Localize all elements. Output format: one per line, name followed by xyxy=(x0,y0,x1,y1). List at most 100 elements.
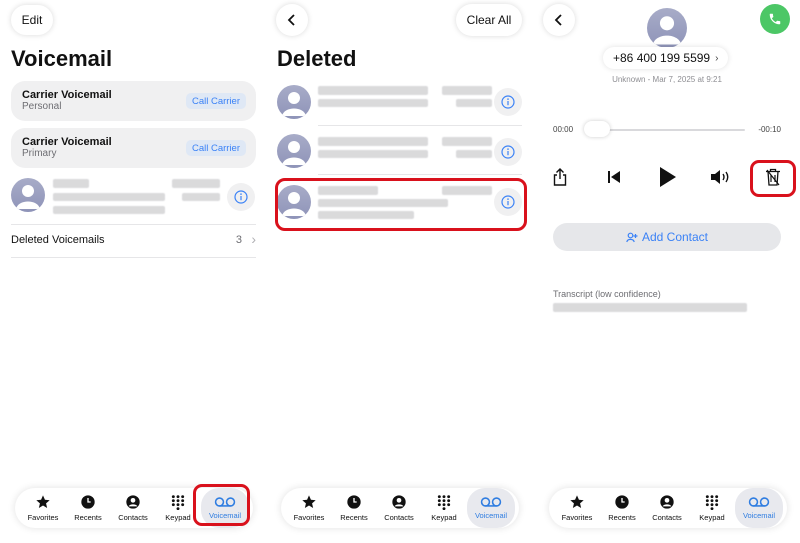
tab-favorites[interactable]: Favorites xyxy=(21,488,65,528)
deleted-voicemails-label: Deleted Voicemails xyxy=(11,234,105,246)
phone-icon xyxy=(769,13,781,25)
info-button[interactable] xyxy=(227,183,255,211)
person-circle-icon xyxy=(660,495,674,509)
tab-label: Recents xyxy=(74,513,102,522)
star-icon xyxy=(302,495,316,508)
deleted-voicemails-row[interactable]: Deleted Voicemails 3 › xyxy=(0,224,266,258)
tab-contacts[interactable]: Contacts xyxy=(111,488,155,528)
clear-all-button[interactable]: Clear All xyxy=(456,4,522,36)
voicemail-meta: Unknown - Mar 7, 2025 at 9:21 xyxy=(612,75,722,84)
carrier-voicemail-primary-row[interactable]: Carrier Voicemail Primary Call Carrier xyxy=(11,128,256,168)
phone-number-pill[interactable]: +86 400 199 5599 › xyxy=(603,47,729,69)
blurred-detail xyxy=(53,206,165,214)
blurred-duration xyxy=(456,99,492,107)
play-button[interactable] xyxy=(655,165,679,189)
tab-bar: Favorites Recents Contacts Keypad Voicem… xyxy=(15,488,253,528)
transcript-label: Transcript (low confidence) xyxy=(553,289,661,299)
blurred-detail xyxy=(53,193,165,201)
info-button[interactable] xyxy=(494,138,522,166)
add-contact-button[interactable]: Add Contact xyxy=(553,223,781,251)
voicemail-icon xyxy=(480,497,502,507)
tab-contacts[interactable]: Contacts xyxy=(645,488,689,528)
tab-favorites[interactable]: Favorites xyxy=(555,488,599,528)
tab-voicemail[interactable]: Voicemail xyxy=(467,488,515,528)
tab-recents[interactable]: Recents xyxy=(332,488,376,528)
edit-button[interactable]: Edit xyxy=(11,5,53,35)
voicemail-icon xyxy=(214,497,236,507)
tab-keypad[interactable]: Keypad xyxy=(156,488,200,528)
deleted-list-item[interactable] xyxy=(266,131,534,171)
skip-back-icon xyxy=(608,171,620,183)
share-button[interactable] xyxy=(548,165,572,189)
carrier-voicemail-personal-row[interactable]: Carrier Voicemail Personal Call Carrier xyxy=(11,81,256,121)
tab-label: Favorites xyxy=(561,513,593,522)
tab-keypad[interactable]: Keypad xyxy=(422,488,466,528)
tab-bar: Favorites Recents Contacts Keypad Voicem… xyxy=(549,488,787,528)
tab-favorites[interactable]: Favorites xyxy=(287,488,331,528)
avatar xyxy=(277,85,311,119)
phone-number: +86 400 199 5599 xyxy=(613,51,711,65)
tab-bar: Favorites Recents Contacts Keypad Voicem… xyxy=(281,488,519,528)
info-button[interactable] xyxy=(494,188,522,216)
carrier-subtitle: Primary xyxy=(22,148,57,159)
clock-icon xyxy=(81,495,95,509)
tab-label: Recents xyxy=(340,513,368,522)
add-contact-label: Add Contact xyxy=(641,230,709,244)
trash-icon xyxy=(766,168,780,186)
page-title: Voicemail xyxy=(11,46,113,71)
deleted-voicemails-screen: Clear All Deleted Favorites Recents Cont… xyxy=(266,0,534,543)
blurred-name xyxy=(318,186,378,195)
deleted-list-item[interactable] xyxy=(266,82,534,122)
carrier-title: Carrier Voicemail xyxy=(22,136,112,148)
blurred-date xyxy=(172,179,220,188)
tab-voicemail[interactable]: Voicemail xyxy=(735,488,783,528)
speaker-button[interactable] xyxy=(709,165,733,189)
skip-back-button[interactable] xyxy=(602,165,626,189)
voicemail-list-item[interactable] xyxy=(0,174,266,220)
back-button[interactable] xyxy=(543,4,575,36)
chevron-left-icon xyxy=(554,14,562,26)
call-carrier-button[interactable]: Call Carrier xyxy=(185,93,246,109)
tab-label: Keypad xyxy=(699,513,725,522)
divider xyxy=(318,174,522,175)
tab-label: Keypad xyxy=(431,513,457,522)
tab-label: Contacts xyxy=(118,513,148,522)
tab-recents[interactable]: Recents xyxy=(600,488,644,528)
blurred-detail xyxy=(318,199,448,207)
tab-label: Keypad xyxy=(165,513,191,522)
call-carrier-button[interactable]: Call Carrier xyxy=(185,140,246,156)
blurred-name xyxy=(53,179,89,188)
info-button[interactable] xyxy=(494,88,522,116)
tab-contacts[interactable]: Contacts xyxy=(377,488,421,528)
back-button[interactable] xyxy=(276,4,308,36)
page-title: Deleted xyxy=(277,46,357,71)
tab-keypad[interactable]: Keypad xyxy=(690,488,734,528)
tab-voicemail[interactable]: Voicemail xyxy=(201,488,249,528)
blurred-date xyxy=(442,86,492,95)
playback-scrubber-track[interactable] xyxy=(589,129,745,131)
blurred-detail xyxy=(318,99,428,107)
playback-scrubber-knob[interactable] xyxy=(584,121,610,137)
avatar xyxy=(277,185,311,219)
blurred-date xyxy=(442,137,492,146)
info-icon xyxy=(234,190,248,204)
clear-all-label: Clear All xyxy=(466,13,512,27)
info-icon xyxy=(501,145,515,159)
speaker-icon xyxy=(711,170,729,184)
blurred-duration xyxy=(456,150,492,158)
tab-recents[interactable]: Recents xyxy=(66,488,110,528)
tab-label: Voicemail xyxy=(208,511,242,520)
deleted-count: 3 xyxy=(235,234,242,246)
blurred-name xyxy=(318,137,428,146)
blurred-detail xyxy=(318,150,428,158)
blurred-detail xyxy=(318,211,414,219)
clock-icon xyxy=(615,495,629,509)
deleted-list-item[interactable] xyxy=(266,180,534,224)
chevron-right-icon: › xyxy=(715,52,719,64)
blurred-duration xyxy=(182,193,220,201)
keypad-icon xyxy=(171,495,185,510)
avatar xyxy=(11,178,45,212)
delete-button[interactable] xyxy=(761,165,785,189)
carrier-subtitle: Personal xyxy=(22,101,62,112)
call-button[interactable] xyxy=(760,4,790,34)
